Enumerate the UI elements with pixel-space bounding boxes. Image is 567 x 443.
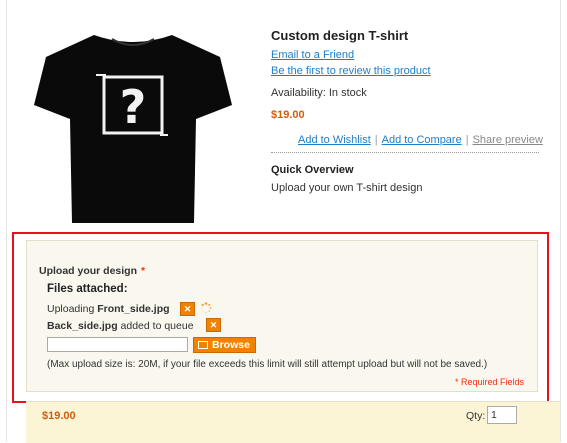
actions-separator: | (465, 134, 469, 146)
page-frame-right (560, 0, 561, 442)
product-price: $19.00 (271, 109, 305, 121)
actions-separator: | (374, 134, 378, 146)
remove-file2-icon[interactable]: ✕ (206, 318, 221, 332)
file-row-uploading: Uploading Front_side.jpg (47, 303, 170, 315)
svg-text:?: ? (120, 80, 147, 134)
divider (271, 152, 539, 153)
browse-button[interactable]: Browse (193, 337, 256, 353)
upload-design-label: Upload your design * (39, 265, 145, 277)
add-to-cart-bar (26, 401, 560, 443)
availability-status: Availability: In stock (271, 87, 367, 99)
files-attached-label: Files attached: (47, 283, 128, 295)
quick-overview-text: Upload your own T-shirt design (271, 182, 423, 194)
quick-overview-title: Quick Overview (271, 164, 354, 176)
add-to-wishlist-link[interactable]: Add to Wishlist (298, 134, 371, 146)
browse-button-label: Browse (212, 339, 250, 351)
product-title: Custom design T-shirt (271, 28, 409, 43)
upload-limit-note: (Max upload size is: 20M, if your file e… (47, 359, 488, 370)
required-star: * (141, 265, 146, 277)
email-friend-link[interactable]: Email to a Friend (271, 49, 354, 61)
file2-suffix: added to queue (117, 320, 194, 332)
add-to-compare-link[interactable]: Add to Compare (382, 134, 462, 146)
file2-name: Back_side.jpg (47, 320, 118, 332)
product-actions: Add to Wishlist | Add to Compare | Share pre… (298, 134, 543, 146)
file1-name: Front_side.jpg (97, 303, 170, 315)
file1-prefix: Uploading (47, 303, 98, 315)
browse-folder-icon (198, 341, 208, 349)
product-image: ? (34, 35, 232, 223)
required-fields-note: * Required Fields (455, 377, 525, 387)
share-preview-link[interactable]: Share preview (473, 134, 543, 146)
review-link[interactable]: Be the first to review this product (271, 65, 431, 77)
remove-file1-icon[interactable]: ✕ (180, 302, 195, 316)
file-path-input[interactable] (47, 337, 188, 352)
page-frame-left (6, 0, 7, 442)
cart-price: $19.00 (42, 410, 76, 422)
loading-spinner-icon (200, 302, 212, 314)
qty-label: Qty: (466, 410, 486, 422)
qty-input[interactable]: 1 (487, 406, 517, 424)
file-row-queued: Back_side.jpg added to queue (47, 320, 194, 332)
upload-design-label-text: Upload your design (39, 265, 138, 277)
